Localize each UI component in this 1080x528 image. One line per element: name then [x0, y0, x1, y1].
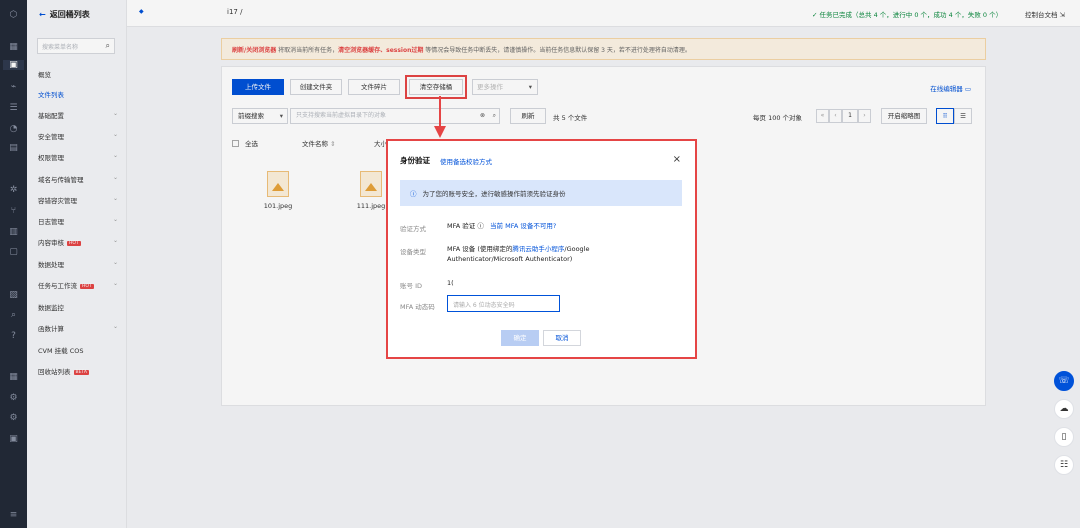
info-banner: ⓘ 为了您的账号安全，进行敏感操作前须先验证身份 — [400, 180, 682, 206]
support-icon[interactable]: ☏ — [1054, 371, 1074, 391]
alternate-method-link[interactable]: 使用备选校验方式 — [440, 156, 492, 166]
confirm-button[interactable]: 确定 — [501, 330, 539, 346]
annotation-arrow-icon — [434, 96, 446, 138]
account-value: 1( — [447, 279, 454, 287]
mfa-unavailable-link[interactable]: 当前 MFA 设备不可用? — [490, 222, 556, 230]
cloud-icon[interactable]: ☁ — [1054, 399, 1074, 419]
device-label: 设备类型 — [400, 248, 426, 256]
device-value: MFA 设备 (使用绑定的腾讯云助手小程序/Google Authenticato… — [447, 245, 590, 263]
book-icon[interactable]: ▯ — [1054, 427, 1074, 447]
mfa-code-input[interactable]: 请输入 6 位动态安全码 — [447, 295, 560, 312]
list-icon[interactable]: ☷ — [1054, 455, 1074, 475]
info-icon[interactable]: ⓘ — [477, 222, 484, 230]
account-label: 账号 ID — [400, 282, 422, 290]
close-icon[interactable]: × — [673, 154, 681, 165]
cancel-button[interactable]: 取消 — [543, 330, 581, 346]
method-value: MFA 验证 ⓘ 当前 MFA 设备不可用? — [447, 222, 557, 230]
method-label: 验证方式 — [400, 225, 426, 233]
code-label: MFA 动态码 — [400, 303, 435, 311]
info-icon: ⓘ — [410, 190, 417, 198]
dialog-title: 身份验证 — [400, 156, 430, 165]
tencent-assistant-link[interactable]: 腾讯云助手小程序 — [512, 245, 564, 253]
identity-verification-dialog: 身份验证 使用备选校验方式 × ⓘ 为了您的账号安全，进行敏感操作前须先验证身份 … — [386, 139, 697, 359]
